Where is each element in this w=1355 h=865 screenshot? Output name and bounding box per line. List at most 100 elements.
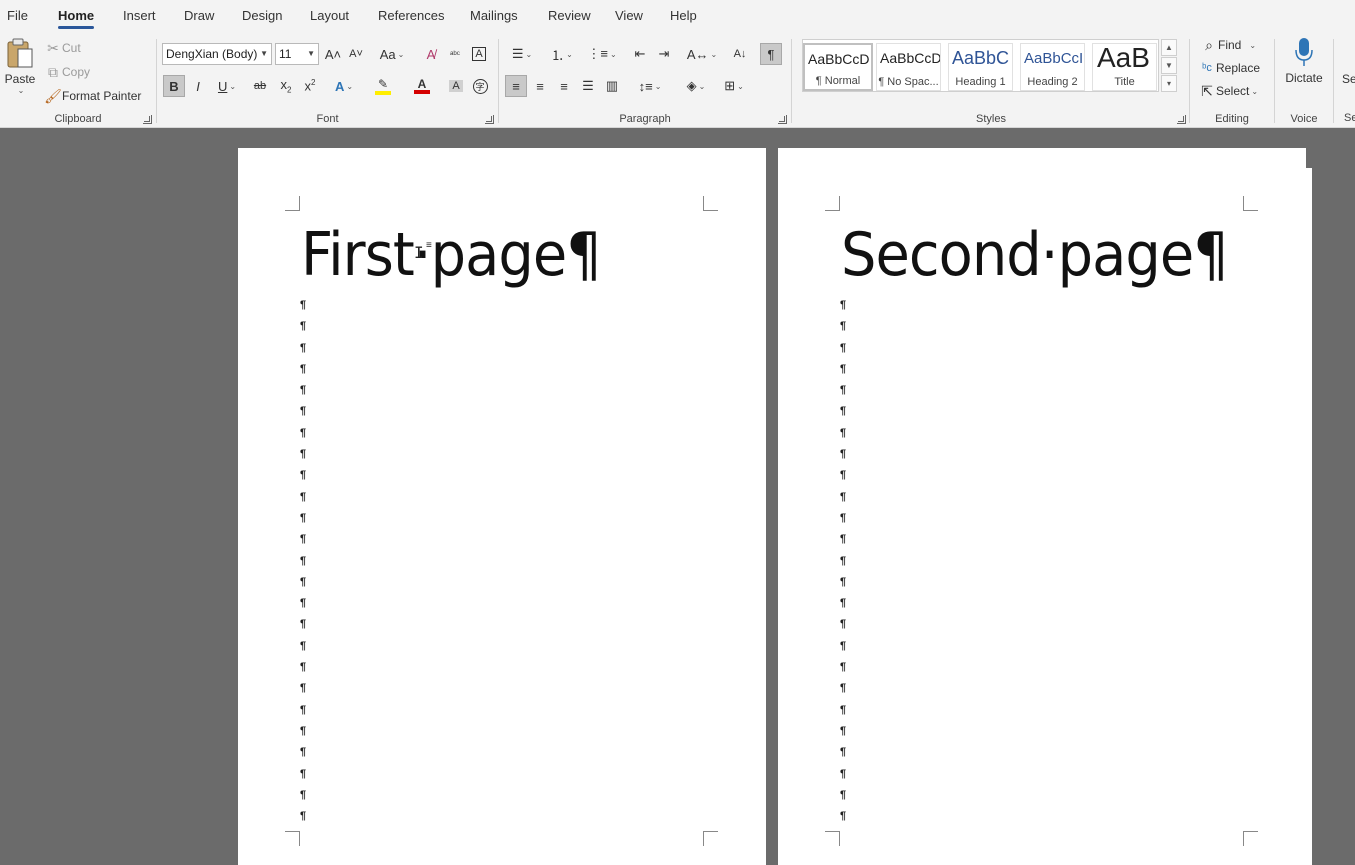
gallery-scroll-up-button[interactable]: ▲ [1161, 39, 1177, 56]
style-title[interactable]: AaB Title [1092, 43, 1157, 91]
find-label: Find [1218, 38, 1242, 52]
justify-button[interactable]: ☰ [577, 75, 599, 97]
font-dialog-launcher-icon[interactable] [485, 115, 494, 124]
bullets-button[interactable]: ☰ ⌄ [505, 43, 539, 65]
paragraph-mark: ¶ [300, 320, 307, 333]
decrease-indent-button[interactable]: ⇤ [629, 43, 651, 65]
margin-corner-mark [285, 196, 300, 211]
style-heading-2[interactable]: AaBbCcI Heading 2 [1020, 43, 1085, 91]
clipboard-dialog-launcher-icon[interactable] [143, 115, 152, 124]
underline-button[interactable]: U ⌄ [211, 75, 243, 97]
tab-file[interactable]: File [7, 8, 28, 23]
highlighter-icon: ✎ [377, 77, 389, 91]
page-2[interactable]: Second·page¶ ¶ ¶ ¶ ¶ ¶ ¶ ¶ ¶ ¶ ¶ ¶ ¶ ¶ ¶ ¶ ¶ ¶ ¶ ¶ ¶ ¶ ¶ ¶ ¶ ¶ [778, 148, 1306, 865]
tab-insert[interactable]: Insert [123, 8, 156, 23]
distributed-button[interactable]: ▥ [601, 75, 623, 97]
grow-font-icon: A˄ [324, 46, 342, 62]
dictate-button[interactable]: Dictate [1283, 37, 1325, 85]
tab-design[interactable]: Design [242, 8, 282, 23]
tab-home[interactable]: Home [58, 8, 95, 29]
text-direction-button[interactable]: A↔ ⌄ [685, 43, 719, 65]
increase-indent-icon: ⇥ [658, 46, 670, 61]
margin-corner-mark [825, 831, 840, 846]
cut-label: Cut [62, 41, 81, 55]
line-spacing-button[interactable]: ↕≡ ⌄ [633, 75, 667, 97]
align-right-button[interactable]: ≡ [553, 75, 575, 97]
grow-font-button[interactable]: A˄ [322, 43, 344, 65]
change-case-button[interactable]: Aa ⌄ [377, 43, 407, 65]
tab-layout[interactable]: Layout [310, 8, 349, 23]
paragraph-mark: ¶ [300, 575, 307, 588]
italic-icon: I [196, 78, 200, 94]
bold-button[interactable]: B [163, 75, 185, 97]
cut-button[interactable]: ✂ Cut [44, 39, 81, 57]
gallery-more-button[interactable]: ▾ [1161, 75, 1177, 92]
sort-button[interactable]: A↓ [729, 43, 751, 65]
character-shading-button[interactable]: A [445, 75, 467, 97]
multilevel-list-icon: ⋮≡ [587, 46, 608, 61]
increase-indent-button[interactable]: ⇥ [653, 43, 675, 65]
enclose-characters-button[interactable]: 字 [469, 75, 491, 97]
text-effects-button[interactable]: A ⌄ [329, 75, 359, 97]
highlight-color-swatch [375, 91, 391, 95]
paragraph-mark: ¶ [300, 682, 307, 695]
tab-draw[interactable]: Draw [184, 8, 214, 23]
find-button[interactable]: ⌕ Find ⌄ [1200, 36, 1256, 54]
copy-button[interactable]: ⧉ Copy [44, 63, 90, 81]
superscript-button[interactable]: x2 [299, 75, 321, 97]
clear-formatting-button[interactable]: A̸ [420, 43, 442, 65]
phonetic-guide-button[interactable]: ᵃᵇᶜ [444, 43, 466, 65]
multilevel-list-button[interactable]: ⋮≡ ⌄ [585, 43, 619, 65]
paste-button[interactable]: Paste ⌄ [3, 37, 37, 103]
paragraph-mark: ¶ [840, 299, 847, 311]
shrink-font-button[interactable]: A˅ [345, 43, 367, 65]
paragraph-dialog-launcher-icon[interactable] [778, 115, 787, 124]
dictate-label: Dictate [1285, 71, 1323, 85]
bullet-list-icon: ☰ [511, 46, 524, 61]
numbering-button[interactable]: ⒈ ⌄ [545, 43, 579, 65]
page-title[interactable]: Second·page¶ [841, 220, 1229, 290]
sensitivity-button-cutoff[interactable]: Se [1342, 72, 1355, 86]
strikethrough-button[interactable]: ab [249, 75, 271, 97]
font-size-select[interactable]: 11 ▼ [275, 43, 319, 65]
character-border-button[interactable]: A [468, 43, 490, 65]
tab-mailings[interactable]: Mailings [470, 8, 518, 23]
format-painter-label: Format Painter [62, 89, 142, 103]
paragraph-mark: ¶ [840, 490, 847, 503]
align-center-button[interactable]: ≡ [529, 75, 551, 97]
subscript-button[interactable]: x2 [275, 75, 297, 97]
margin-corner-mark [1243, 196, 1258, 211]
line-spacing-icon: ↕≡ [638, 78, 653, 94]
tab-view[interactable]: View [615, 8, 643, 23]
scissors-icon: ✂ [47, 39, 59, 56]
borders-button[interactable]: ⊞ ⌄ [717, 75, 751, 97]
italic-button[interactable]: I [187, 75, 209, 97]
select-button[interactable]: ⇱ Select ⌄ [1198, 82, 1258, 100]
replace-icon: ᵇc [1202, 62, 1212, 74]
gallery-scroll-down-button[interactable]: ▼ [1161, 57, 1177, 74]
page-1[interactable]: First·page¶ ¶ ¶ ¶ ¶ ¶ ¶ ¶ ¶ ¶ ¶ ¶ ¶ ¶ ¶ ¶ ¶ ¶ ¶ ¶ ¶ ¶ ¶ ¶ ¶ ¶ I … [238, 148, 766, 865]
chevron-down-icon: ▼ [260, 49, 268, 58]
replace-button[interactable]: ᵇc Replace [1198, 59, 1260, 77]
paragraph-mark: ¶ [840, 469, 847, 482]
shading-button[interactable]: ◈ ⌄ [679, 75, 713, 97]
font-color-button[interactable]: A [406, 75, 438, 97]
tab-review[interactable]: Review [548, 8, 591, 23]
style-name: ¶ No Spac... [878, 76, 939, 88]
tab-references[interactable]: References [378, 8, 444, 23]
style-name: Heading 1 [955, 76, 1006, 88]
show-formatting-marks-button[interactable]: ¶ [760, 43, 782, 65]
style-heading-1[interactable]: AaBbC Heading 1 [948, 43, 1013, 91]
margin-corner-mark [703, 831, 718, 846]
highlight-color-button[interactable]: ✎ [367, 75, 399, 97]
styles-dialog-launcher-icon[interactable] [1177, 115, 1186, 124]
font-family-select[interactable]: DengXian (Body) ▼ [162, 43, 272, 65]
document-canvas[interactable]: First·page¶ ¶ ¶ ¶ ¶ ¶ ¶ ¶ ¶ ¶ ¶ ¶ ¶ ¶ ¶ ¶ ¶ ¶ ¶ ¶ ¶ ¶ ¶ ¶ ¶ ¶ I … [0, 128, 1355, 865]
tab-help[interactable]: Help [670, 8, 697, 23]
style-no-spacing[interactable]: AaBbCcD ¶ No Spac... [876, 43, 941, 91]
format-painter-button[interactable]: 🖌 Format Painter [44, 87, 141, 105]
align-left-button[interactable]: ≡ [505, 75, 527, 97]
style-normal[interactable]: AaBbCcD ¶ Normal [803, 43, 873, 91]
chevron-down-icon: ⌄ [710, 49, 718, 59]
page-title[interactable]: First·page¶ [301, 220, 602, 290]
